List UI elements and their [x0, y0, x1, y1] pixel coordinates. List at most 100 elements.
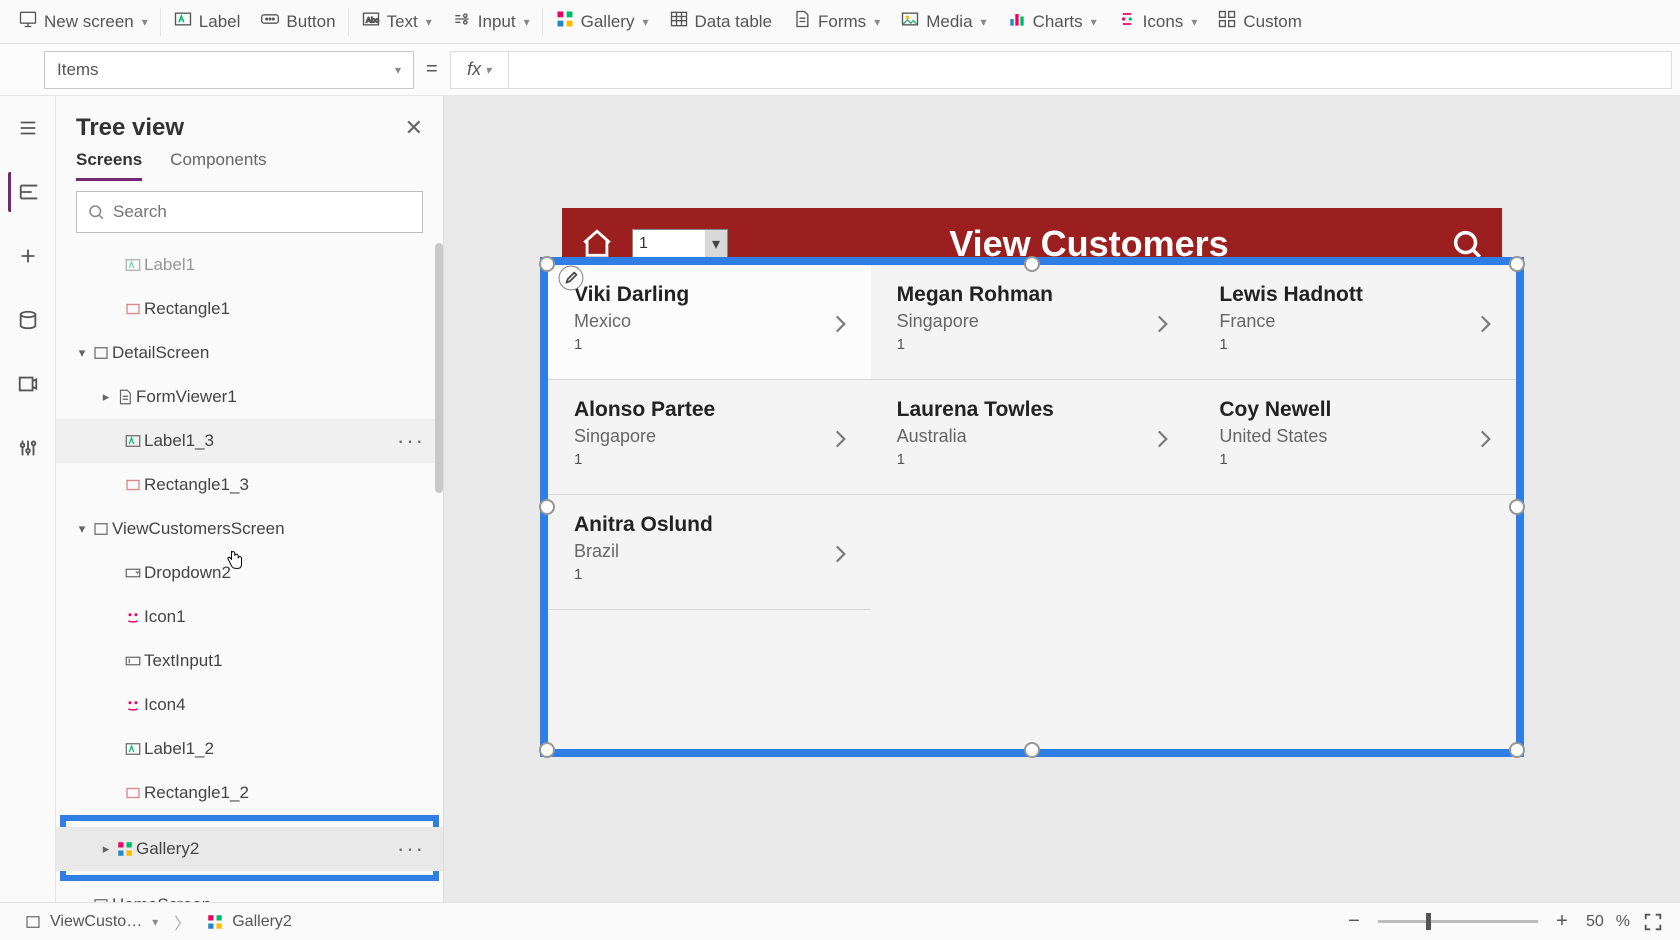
text-icon: Abc — [361, 9, 381, 34]
zoom-out-button[interactable]: − — [1342, 910, 1366, 934]
node-label: Gallery2 — [136, 839, 199, 859]
formula-input[interactable] — [508, 51, 1672, 89]
insert-button-text: Button — [286, 12, 335, 32]
tree-node-viewcustomersscreen[interactable]: ▾ ViewCustomersScreen — [56, 507, 443, 551]
chevron-right-icon[interactable] — [1472, 311, 1498, 342]
fx-button[interactable]: fx ▾ — [450, 51, 508, 89]
tree-node-textinput1[interactable]: TextInput1 — [56, 639, 443, 683]
chevron-right-icon[interactable] — [827, 311, 853, 342]
chevron-right-icon[interactable] — [1149, 426, 1175, 457]
gallery-item[interactable]: Megan RohmanSingapore1 — [871, 265, 1194, 380]
tree-node-icon4[interactable]: Icon4 — [56, 683, 443, 727]
chevron-down-icon: ▾ — [142, 15, 148, 29]
tree-node-detailscreen[interactable]: ▾ DetailScreen — [56, 331, 443, 375]
caret-down-icon[interactable]: ▾ — [74, 345, 90, 361]
gallery-item[interactable]: Lewis HadnottFrance1 — [1193, 265, 1516, 380]
insert-gallery-menu[interactable]: Gallery ▾ — [545, 0, 659, 43]
insert-tab[interactable] — [8, 236, 48, 276]
insert-label-button[interactable]: Label — [163, 0, 251, 43]
screens-tab[interactable]: Screens — [76, 150, 142, 181]
insert-ribbon: New screen ▾ Label Button Abc Text ▾ Inp… — [0, 0, 1680, 44]
advanced-tools-tab[interactable] — [8, 428, 48, 468]
zoom-in-button[interactable]: + — [1550, 910, 1574, 934]
caret-right-icon[interactable]: ▸ — [98, 389, 114, 405]
chevron-right-icon[interactable] — [827, 541, 853, 572]
tree-node-icon1[interactable]: Icon1 — [56, 595, 443, 639]
gallery-item[interactable]: Coy NewellUnited States1 — [1193, 380, 1516, 495]
customer-id: 1 — [897, 336, 1053, 353]
insert-gallery-label: Gallery — [581, 12, 635, 32]
customer-country: Brazil — [574, 541, 713, 562]
insert-custom-menu[interactable]: Custom — [1207, 0, 1312, 43]
caret-right-icon[interactable]: ▸ — [98, 841, 114, 857]
label-icon — [122, 432, 144, 450]
tree-node-rectangle1[interactable]: Rectangle1 — [56, 287, 443, 331]
media-tab[interactable] — [8, 364, 48, 404]
property-selector[interactable]: Items ▾ — [44, 51, 414, 89]
components-tab[interactable]: Components — [170, 150, 266, 181]
edit-template-icon[interactable] — [558, 265, 584, 291]
gallery2-control[interactable]: Viki DarlingMexico1Megan RohmanSingapore… — [540, 257, 1524, 757]
gallery-item[interactable]: Laurena TowlesAustralia1 — [871, 380, 1194, 495]
tree-node-dropdown2[interactable]: Dropdown2 — [56, 551, 443, 595]
insert-text-menu[interactable]: Abc Text ▾ — [351, 0, 442, 43]
breadcrumb-screen[interactable]: ViewCusto… ▾ — [16, 909, 166, 935]
node-label: Dropdown2 — [144, 563, 231, 583]
gallery-item[interactable]: Anitra OslundBrazil1 — [548, 495, 871, 610]
gallery-item[interactable]: Viki DarlingMexico1 — [548, 265, 871, 380]
insert-charts-menu[interactable]: Charts ▾ — [997, 0, 1107, 43]
customer-id: 1 — [574, 451, 715, 468]
charts-icon — [1007, 9, 1027, 34]
tree-node-label1-3[interactable]: Label1_3 ··· — [56, 419, 443, 463]
insert-forms-menu[interactable]: Forms ▾ — [782, 0, 890, 43]
new-screen-menu[interactable]: New screen ▾ — [8, 0, 158, 43]
insert-media-menu[interactable]: Media ▾ — [890, 0, 996, 43]
tree-node-gallery2[interactable]: ▸ Gallery2 ··· — [56, 827, 443, 871]
chevron-down-icon: ▾ — [705, 230, 727, 258]
close-pane-button[interactable]: ✕ — [405, 115, 423, 141]
divider — [160, 8, 161, 36]
zoom-slider[interactable] — [1378, 920, 1538, 923]
tree-search-box[interactable] — [76, 191, 423, 233]
fit-to-window-button[interactable] — [1642, 911, 1664, 933]
data-tab[interactable] — [8, 300, 48, 340]
caret-down-icon[interactable]: ▾ — [74, 521, 90, 537]
fx-label: fx — [467, 59, 481, 80]
search-icon[interactable] — [1450, 227, 1484, 261]
customer-id: 1 — [1219, 336, 1363, 353]
tree-search-input[interactable] — [113, 202, 412, 222]
home-icon[interactable] — [580, 227, 614, 261]
screen-icon — [90, 344, 112, 362]
chevron-down-icon: ▾ — [152, 915, 158, 929]
tree-node-rectangle1-3[interactable]: Rectangle1_3 — [56, 463, 443, 507]
region-dropdown[interactable]: 1 ▾ — [632, 229, 728, 259]
tree-node-label1-2[interactable]: Label1_2 — [56, 727, 443, 771]
more-options-button[interactable]: ··· — [397, 836, 425, 862]
textinput-icon — [122, 652, 144, 670]
breadcrumb-control[interactable]: Gallery2 — [198, 909, 300, 935]
screen-icon — [24, 913, 42, 931]
screen-icon — [90, 520, 112, 538]
insert-icons-menu[interactable]: Icons ▾ — [1107, 0, 1208, 43]
divider — [542, 8, 543, 36]
tree-node-homescreen[interactable]: ▸ HomeScreen — [56, 883, 443, 902]
status-bar: ViewCusto… ▾ 〉 Gallery2 − + 50 % — [0, 902, 1680, 940]
chevron-right-icon[interactable] — [827, 426, 853, 457]
insert-custom-label: Custom — [1243, 12, 1302, 32]
tree-node-rectangle1-2[interactable]: Rectangle1_2 — [56, 771, 443, 815]
tree-node-formviewer1[interactable]: ▸ FormViewer1 — [56, 375, 443, 419]
tree-node-label1[interactable]: Label1 — [56, 243, 443, 287]
dropdown-value: 1 — [639, 235, 648, 253]
customer-id: 1 — [574, 566, 713, 583]
insert-datatable-button[interactable]: Data table — [659, 0, 783, 43]
tree-view-tab[interactable] — [8, 172, 48, 212]
hamburger-button[interactable] — [8, 108, 48, 148]
design-canvas[interactable]: 1 ▾ View Customers Viki DarlingMexico1Me… — [444, 96, 1680, 902]
more-options-button[interactable]: ··· — [397, 428, 425, 454]
gallery-item[interactable]: Alonso ParteeSingapore1 — [548, 380, 871, 495]
label-icon — [122, 256, 144, 274]
chevron-right-icon[interactable] — [1472, 426, 1498, 457]
chevron-right-icon[interactable] — [1149, 311, 1175, 342]
insert-input-menu[interactable]: Input ▾ — [442, 0, 540, 43]
insert-button-button[interactable]: Button — [250, 0, 345, 43]
